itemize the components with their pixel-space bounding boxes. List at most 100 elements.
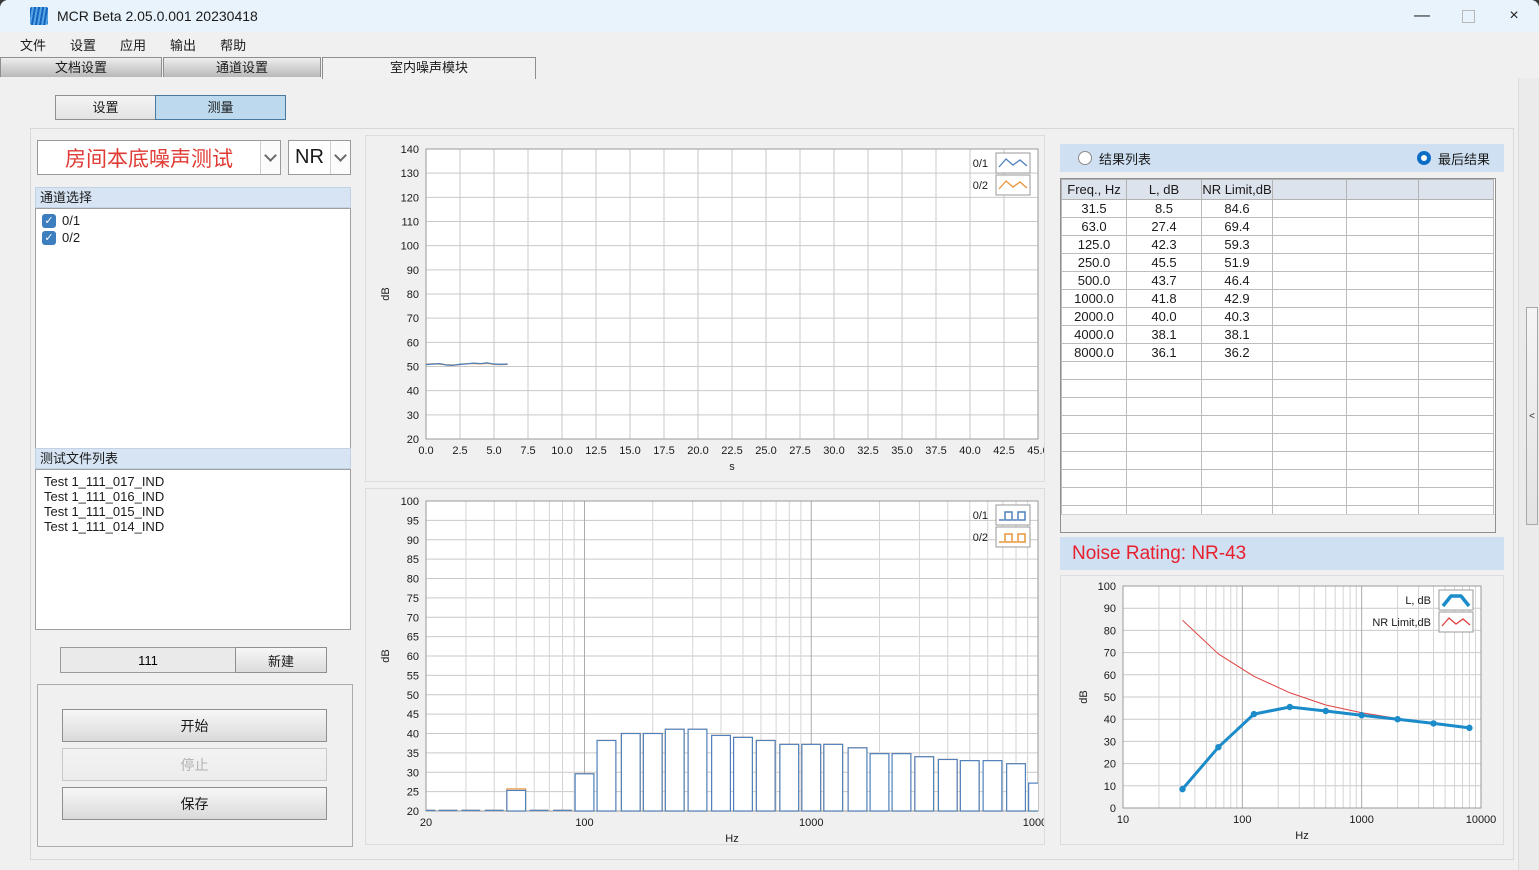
table-cell	[1347, 362, 1419, 380]
table-cell	[1273, 434, 1347, 452]
test-type-value: 房间本底噪声测试	[38, 141, 260, 174]
radio-last-result[interactable]	[1417, 151, 1431, 165]
table-row	[1062, 380, 1494, 398]
table-row	[1062, 488, 1494, 506]
channel-row-1: ✓ 0/2	[36, 229, 350, 246]
test-file-list: Test 1_111_017_INDTest 1_111_016_INDTest…	[35, 469, 351, 630]
table-cell	[1347, 434, 1419, 452]
table-cell	[1419, 380, 1494, 398]
file-list-item-0[interactable]: Test 1_111_017_IND	[36, 474, 350, 489]
svg-text:20: 20	[407, 434, 419, 446]
panel-collapse-handle[interactable]: <	[1526, 307, 1538, 525]
table-cell	[1127, 380, 1202, 398]
table-cell	[1419, 416, 1494, 434]
svg-text:10000: 10000	[1466, 814, 1497, 826]
svg-text:100: 100	[1233, 814, 1251, 826]
start-button[interactable]: 开始	[62, 709, 327, 742]
table-cell: 4000.0	[1062, 326, 1127, 344]
svg-text:90: 90	[1104, 603, 1116, 615]
svg-text:140: 140	[401, 144, 419, 156]
main-tab-0[interactable]: 文档设置	[0, 57, 162, 77]
radio-result-list-label: 结果列表	[1099, 149, 1151, 168]
table-row: 8000.036.136.2	[1062, 344, 1494, 362]
test-type-dropdown-button[interactable]	[260, 141, 280, 174]
svg-text:35: 35	[407, 748, 419, 760]
svg-text:100: 100	[575, 817, 593, 829]
table-header-cell	[1419, 180, 1494, 200]
close-button[interactable]: ×	[1491, 0, 1537, 32]
channel-checkbox[interactable]: ✓	[42, 214, 56, 228]
table-cell	[1127, 470, 1202, 488]
test-type-combobox[interactable]: 房间本底噪声测试	[37, 140, 281, 175]
tab-settings[interactable]: 设置	[55, 95, 156, 120]
table-cell	[1062, 398, 1127, 416]
svg-text:35.0: 35.0	[891, 445, 912, 457]
svg-text:0: 0	[1110, 803, 1116, 815]
table-cell	[1419, 200, 1494, 218]
table-cell: 36.1	[1127, 344, 1202, 362]
channel-select-header: 通道选择	[35, 187, 351, 208]
menu-item-0[interactable]: 文件	[8, 35, 58, 54]
menu-item-3[interactable]: 输出	[158, 35, 208, 54]
table-cell	[1273, 326, 1347, 344]
table-cell	[1273, 254, 1347, 272]
table-cell: 45.5	[1127, 254, 1202, 272]
table-cell	[1419, 254, 1494, 272]
svg-text:100: 100	[1098, 581, 1116, 593]
menu-item-2[interactable]: 应用	[108, 35, 158, 54]
table-row: 1000.041.842.9	[1062, 290, 1494, 308]
svg-text:60: 60	[407, 337, 419, 349]
channel-row-0: ✓0/1	[36, 212, 350, 229]
table-header-cell: NR Limit,dB	[1202, 180, 1273, 200]
table-cell	[1202, 380, 1273, 398]
main-tab-1[interactable]: 通道设置	[163, 57, 321, 77]
tab-measure[interactable]: 测量	[155, 95, 286, 120]
svg-text:dB: dB	[380, 649, 392, 662]
svg-text:20.0: 20.0	[687, 445, 708, 457]
menu-item-1[interactable]: 设置	[58, 35, 108, 54]
radio-result-list[interactable]	[1078, 151, 1092, 165]
svg-text:32.5: 32.5	[857, 445, 878, 457]
main-tab-strip: 文档设置通道设置室内噪声模块	[0, 57, 1539, 79]
table-cell	[1202, 488, 1273, 506]
table-cell: 69.4	[1202, 218, 1273, 236]
svg-text:40: 40	[407, 386, 419, 398]
svg-text:50: 50	[407, 690, 419, 702]
table-cell: 250.0	[1062, 254, 1127, 272]
table-row: 500.043.746.4	[1062, 272, 1494, 290]
svg-text:90: 90	[407, 265, 419, 277]
time-history-plot: 20304050607080901001101201301400.02.55.0…	[366, 136, 1044, 481]
table-cell	[1347, 398, 1419, 416]
save-button[interactable]: 保存	[62, 787, 327, 820]
file-list-item-3[interactable]: Test 1_111_014_IND	[36, 519, 350, 534]
file-list-item-1[interactable]: Test 1_111_016_IND	[36, 489, 350, 504]
table-cell	[1347, 326, 1419, 344]
table-cell	[1062, 380, 1127, 398]
maximize-button[interactable]	[1445, 0, 1491, 32]
svg-text:25.0: 25.0	[755, 445, 776, 457]
main-tab-2[interactable]: 室内噪声模块	[322, 57, 536, 79]
file-list-item-2[interactable]: Test 1_111_015_IND	[36, 504, 350, 519]
chevron-down-icon	[264, 149, 277, 162]
radio-last-result-label: 最后结果	[1438, 149, 1490, 168]
svg-text:85: 85	[407, 554, 419, 566]
new-file-button[interactable]: 新建	[235, 647, 327, 673]
rating-type-dropdown-button[interactable]	[330, 141, 350, 174]
svg-text:120: 120	[401, 192, 419, 204]
svg-text:0/2: 0/2	[973, 180, 988, 192]
svg-text:42.5: 42.5	[993, 445, 1014, 457]
result-table: Freq., HzL, dBNR Limit,dB31.58.584.663.0…	[1061, 179, 1494, 524]
table-cell	[1202, 398, 1273, 416]
channel-checkbox[interactable]: ✓	[42, 231, 56, 245]
channel-label: 0/2	[62, 230, 80, 245]
menu-item-4[interactable]: 帮助	[208, 35, 258, 54]
app-window: MCR Beta 2.05.0.001 20230418 — × 文件设置应用输…	[0, 0, 1539, 870]
table-hscrollbar[interactable]	[1061, 514, 1495, 532]
table-row	[1062, 470, 1494, 488]
table-cell	[1419, 290, 1494, 308]
svg-text:L, dB: L, dB	[1405, 595, 1431, 607]
rating-type-combobox[interactable]: NR	[288, 140, 351, 175]
minimize-button[interactable]: —	[1399, 0, 1445, 32]
svg-text:37.5: 37.5	[925, 445, 946, 457]
file-name-input[interactable]	[60, 647, 236, 673]
